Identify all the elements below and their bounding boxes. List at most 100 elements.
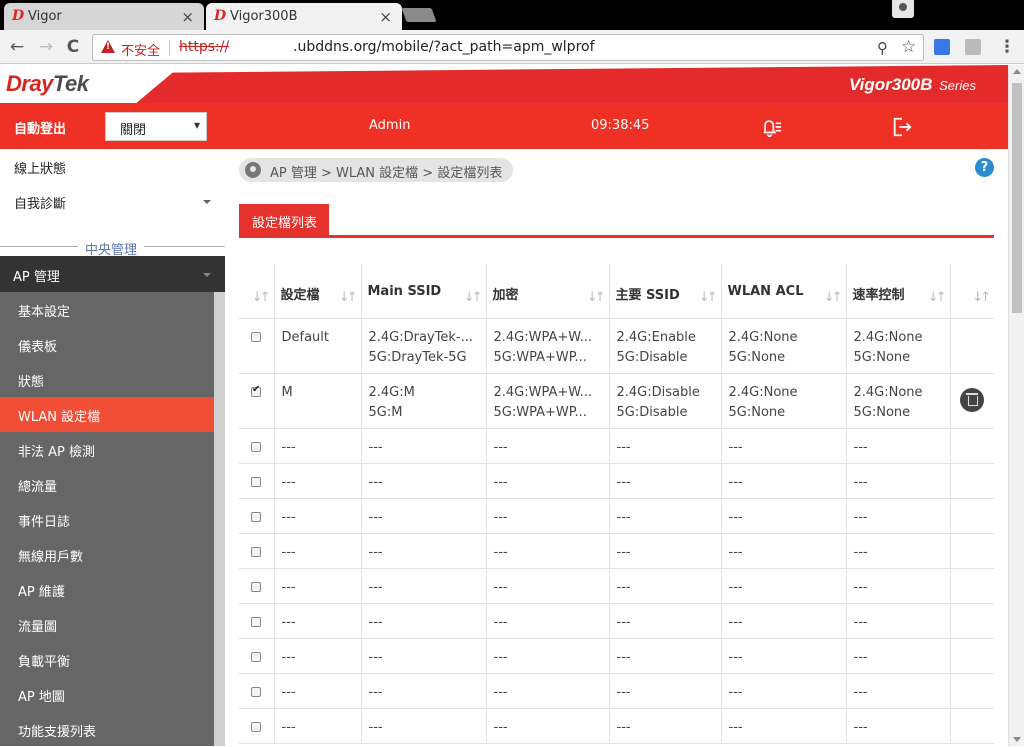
- profile-icon[interactable]: [892, 0, 914, 18]
- sidebar-item-feature-support[interactable]: 功能支援列表: [0, 712, 225, 747]
- star-icon[interactable]: ☆: [901, 37, 916, 57]
- new-tab-button[interactable]: [401, 8, 437, 22]
- empty-cell: ---: [608, 533, 722, 569]
- empty-cell: ---: [845, 638, 951, 674]
- column-header-profile[interactable]: 設定檔 ↓↑: [273, 264, 362, 319]
- sort-icon[interactable]: ↓↑: [464, 290, 483, 305]
- scroll-up-icon[interactable]: [1013, 69, 1021, 74]
- scrollbar-thumb[interactable]: [1012, 83, 1022, 313]
- sidebar-scrollbar[interactable]: [214, 292, 225, 746]
- empty-cell: ---: [485, 428, 610, 464]
- table-row[interactable]: --- --- --- --- --- ---: [239, 603, 994, 639]
- row-checkbox[interactable]: [251, 384, 261, 397]
- profile-table: ↓↑ 設定檔 ↓↑ Main SSID ↓↑ 加密 ↓↑ 主要 SSID ↓↑ WLAN…: [239, 264, 994, 744]
- row-select-cell: [239, 673, 275, 709]
- row-checkbox[interactable]: [251, 476, 261, 487]
- column-header-wlan-acl[interactable]: WLAN ACL ↓↑: [720, 264, 847, 319]
- menu-icon[interactable]: ⋮: [996, 36, 1018, 58]
- sort-icon[interactable]: ↓↑: [587, 290, 606, 305]
- model-name: Vigor300B Series: [848, 75, 976, 94]
- row-checkbox[interactable]: [251, 651, 261, 662]
- address-bar[interactable]: 不安全 https:// .ubddns.org/mobile/?act_pat…: [92, 34, 924, 61]
- table-row[interactable]: --- --- --- --- --- ---: [239, 463, 994, 499]
- url-text: .ubddns.org/mobile/?act_path=apm_wlprof: [293, 39, 595, 55]
- row-checkbox[interactable]: [251, 686, 261, 697]
- sidebar-item-basic-settings[interactable]: 基本設定: [0, 292, 225, 327]
- table-row[interactable]: --- --- --- --- --- ---: [239, 673, 994, 709]
- column-header-primary-ssid[interactable]: 主要 SSID ↓↑: [608, 264, 722, 319]
- scroll-down-icon[interactable]: [1013, 737, 1021, 742]
- page-scrollbar[interactable]: [1008, 65, 1024, 746]
- sidebar-item-diagnostics[interactable]: 自我診斷: [14, 193, 66, 212]
- row-checkbox[interactable]: [251, 441, 261, 452]
- sidebar-item-status[interactable]: 狀態: [0, 362, 225, 397]
- sort-icon[interactable]: ↓↑: [252, 290, 271, 305]
- table-row[interactable]: M2.4G:M5G:M2.4G:WPA+W...5G:WPA+WP...2.4G…: [239, 373, 994, 429]
- sidebar-item-wlan-profile[interactable]: WLAN 設定檔: [0, 397, 225, 432]
- close-icon[interactable]: ×: [181, 8, 194, 26]
- row-checkbox[interactable]: [251, 721, 261, 732]
- column-header-rate-control[interactable]: 速率控制 ↓↑: [845, 264, 951, 319]
- draytek-d-icon: D: [214, 8, 227, 24]
- sort-icon[interactable]: ↓↑: [339, 290, 358, 305]
- sort-icon[interactable]: ↓↑: [824, 290, 843, 305]
- help-icon[interactable]: ?: [975, 158, 994, 177]
- table-row[interactable]: --- --- --- --- --- ---: [239, 638, 994, 674]
- sidebar-item-total-traffic[interactable]: 總流量: [0, 467, 225, 502]
- row-checkbox[interactable]: [251, 546, 261, 557]
- row-checkbox[interactable]: [251, 616, 261, 627]
- column-header-main-ssid[interactable]: Main SSID ↓↑: [360, 264, 487, 319]
- row-checkbox[interactable]: [251, 511, 261, 522]
- table-row[interactable]: --- --- --- --- --- ---: [239, 428, 994, 464]
- sort-icon[interactable]: ↓↑: [928, 290, 947, 305]
- empty-cell: ---: [360, 603, 487, 639]
- tab-title: Vigor300B: [230, 9, 298, 24]
- empty-cell: ---: [845, 568, 951, 604]
- empty-cell: ---: [608, 428, 722, 464]
- table-row[interactable]: --- --- --- --- --- ---: [239, 498, 994, 534]
- system-time: 09:38:45: [591, 118, 650, 133]
- row-checkbox[interactable]: [251, 581, 261, 592]
- table-row[interactable]: --- --- --- --- --- ---: [239, 533, 994, 569]
- sidebar-item-rogue-ap[interactable]: 非法 AP 檢測: [0, 432, 225, 467]
- empty-cell: ---: [608, 708, 722, 744]
- browser-tab-vigor[interactable]: D Vigor ×: [4, 3, 204, 30]
- sidebar-item-event-log[interactable]: 事件日誌: [0, 502, 225, 537]
- row-checkbox[interactable]: [251, 331, 261, 342]
- forward-icon[interactable]: →: [35, 36, 57, 58]
- empty-cell: ---: [485, 568, 610, 604]
- empty-cell: ---: [273, 603, 362, 639]
- sidebar-item-load-balance[interactable]: 負載平衡: [0, 642, 225, 677]
- column-header-encryption[interactable]: 加密 ↓↑: [485, 264, 610, 319]
- sidebar-item-wireless-clients[interactable]: 無線用戶數: [0, 537, 225, 572]
- url-scheme: https://: [179, 39, 230, 55]
- empty-cell: ---: [273, 568, 362, 604]
- sort-icon[interactable]: ↓↑: [972, 290, 991, 305]
- extension-icon[interactable]: [934, 39, 950, 55]
- bell-icon[interactable]: [760, 116, 782, 138]
- sort-icon[interactable]: ↓↑: [699, 290, 718, 305]
- sidebar-item-ap-map[interactable]: AP 地圖: [0, 677, 225, 712]
- sidebar-item-dashboard[interactable]: 儀表板: [0, 327, 225, 362]
- zoom-icon[interactable]: ⚲: [877, 39, 888, 57]
- reload-icon[interactable]: C: [62, 36, 84, 58]
- empty-cell: ---: [360, 533, 487, 569]
- sidebar-group-ap-management[interactable]: AP 管理: [0, 256, 225, 292]
- table-row[interactable]: --- --- --- --- --- ---: [239, 708, 994, 744]
- empty-cell: ---: [273, 498, 362, 534]
- tab-profile-list[interactable]: 設定檔列表: [239, 204, 329, 236]
- logout-icon[interactable]: [891, 116, 913, 138]
- sidebar-item-online-status[interactable]: 線上狀態: [14, 158, 66, 177]
- sidebar-item-traffic-graph[interactable]: 流量圖: [0, 607, 225, 642]
- browser-tab-vigor300b[interactable]: D Vigor300B ×: [206, 3, 402, 30]
- pdf-extension-icon[interactable]: [965, 39, 981, 55]
- trash-icon[interactable]: [959, 387, 984, 412]
- auto-logout-select[interactable]: 關閉: [105, 112, 207, 141]
- sidebar-item-ap-maintenance[interactable]: AP 維護: [0, 572, 225, 607]
- tab-underline: [239, 235, 994, 238]
- table-row[interactable]: --- --- --- --- --- ---: [239, 568, 994, 604]
- row-actions-cell: [949, 318, 994, 374]
- close-icon[interactable]: ×: [379, 8, 392, 26]
- table-row[interactable]: Default 2.4G:DrayTek-... 5G:DrayTek-5G 2.4G…: [239, 318, 994, 374]
- back-icon[interactable]: ←: [6, 36, 28, 58]
